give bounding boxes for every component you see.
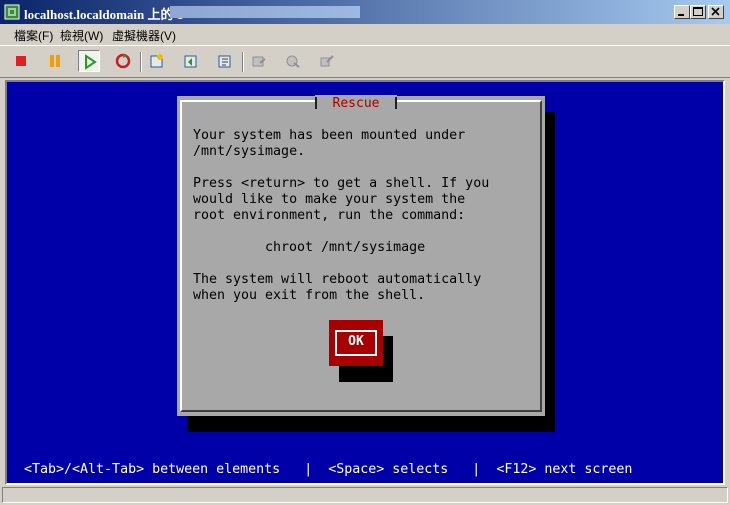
devices-button: [248, 50, 270, 72]
toolbar-separator: [140, 52, 142, 72]
pause-button[interactable]: [44, 50, 66, 72]
menu-vm[interactable]: 虛擬機器(V): [112, 27, 176, 44]
status-bar: [0, 485, 730, 505]
settings-button: [282, 50, 304, 72]
rescue-dialog: Rescue Your system has been mounted unde…: [177, 95, 545, 416]
dialog-line: root environment, run the command:: [193, 208, 466, 223]
settings-icon: [286, 55, 300, 68]
dialog-line: /mnt/sysimage.: [193, 144, 306, 159]
window-title: localhost.localdomain 上的 1: [24, 7, 184, 22]
toolbar: [0, 45, 730, 78]
network-button: [316, 50, 338, 72]
revert-snapshot-button[interactable]: [180, 50, 202, 72]
network-icon: [320, 55, 334, 67]
minimize-button[interactable]: [674, 5, 690, 19]
reset-button[interactable]: [112, 50, 134, 72]
snapshot-icon: [150, 54, 163, 68]
manage-snapshots-icon: [218, 55, 231, 68]
dialog-line: would like to make your system the: [193, 192, 466, 207]
revert-snapshot-icon: [184, 55, 197, 68]
maximize-icon: [693, 7, 703, 16]
stop-square-icon: [16, 56, 26, 66]
menu-bar: 檔案(F) 檢視(W) 虛擬機器(V): [0, 24, 730, 44]
maximize-button[interactable]: [690, 5, 706, 19]
close-button[interactable]: [708, 5, 724, 19]
devices-icon: [252, 56, 266, 67]
minimize-icon: [678, 14, 684, 16]
menu-view[interactable]: 檢視(W): [60, 27, 103, 44]
ok-button-label: OK: [335, 330, 377, 356]
close-icon: [711, 7, 720, 16]
vsphere-app-icon: [4, 4, 20, 20]
play-icon: [85, 54, 97, 70]
toolbar-separator: [242, 52, 244, 72]
dialog-command: chroot /mnt/sysimage: [265, 240, 426, 255]
ok-button[interactable]: OK: [329, 320, 383, 366]
play-button[interactable]: [78, 50, 100, 72]
dialog-line: Press <return> to get a shell. If you: [193, 176, 490, 191]
title-bar: localhost.localdomain 上的 1: [0, 0, 730, 24]
stop-button[interactable]: [10, 50, 32, 72]
dialog-title: Rescue: [315, 95, 397, 113]
status-panel: [2, 487, 728, 503]
vm-console[interactable]: Rescue Your system has been mounted unde…: [5, 80, 725, 485]
snapshot-button[interactable]: [146, 50, 168, 72]
redacted-title-text: [170, 6, 360, 18]
reset-icon: [115, 53, 131, 69]
dialog-line: The system will reboot automatically: [193, 272, 482, 287]
dialog-line: when you exit from the shell.: [193, 288, 426, 303]
dialog-line: Your system has been mounted under: [193, 128, 466, 143]
pause-icon: [50, 55, 60, 67]
menu-file[interactable]: 檔案(F): [14, 27, 53, 44]
manage-snapshots-button[interactable]: [214, 50, 236, 72]
console-help-line: <Tab>/<Alt-Tab> between elements | <Spac…: [24, 462, 633, 477]
